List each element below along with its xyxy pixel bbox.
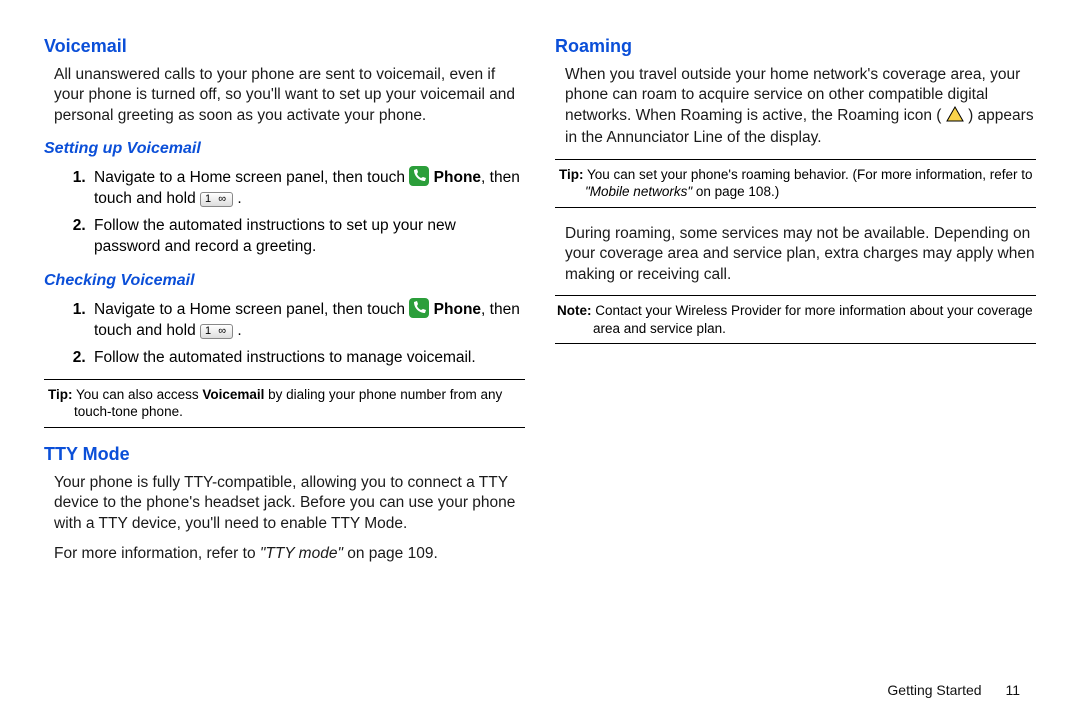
- roaming-note: Note: Contact your Wireless Provider for…: [555, 295, 1036, 344]
- check-step-1a: Navigate to a Home screen panel, then to…: [94, 301, 409, 318]
- roaming-triangle-icon: [946, 106, 964, 128]
- roaming-tip-ref: "Mobile networks": [585, 184, 692, 199]
- tip-label: Tip:: [559, 167, 584, 182]
- setup-step-1a: Navigate to a Home screen panel, then to…: [94, 169, 409, 186]
- heading-setting-up-voicemail: Setting up Voicemail: [44, 140, 525, 158]
- voicemail-tip: Tip: You can also access Voicemail by di…: [44, 379, 525, 428]
- check-step-2: Follow the automated instructions to man…: [90, 348, 525, 369]
- roaming-para2: During roaming, some services may not be…: [555, 224, 1036, 285]
- heading-checking-voicemail: Checking Voicemail: [44, 272, 525, 290]
- heading-roaming: Roaming: [555, 36, 1036, 57]
- page-footer: Getting Started 11: [887, 682, 1020, 698]
- roaming-note-text: Contact your Wireless Provider for more …: [592, 303, 1033, 336]
- phone-icon: [409, 166, 429, 186]
- heading-voicemail: Voicemail: [44, 36, 525, 57]
- left-column: Voicemail All unanswered calls to your p…: [44, 36, 525, 700]
- tty-para2: For more information, refer to "TTY mode…: [44, 544, 525, 564]
- check-step-1: Navigate to a Home screen panel, then to…: [90, 298, 525, 342]
- right-column: Roaming When you travel outside your hom…: [555, 36, 1036, 700]
- roaming-tip-a: You can set your phone's roaming behavio…: [584, 167, 1033, 182]
- roaming-tip-b: on page 108.): [692, 184, 779, 199]
- setup-step-1: Navigate to a Home screen panel, then to…: [90, 166, 525, 210]
- footer-section: Getting Started: [887, 682, 981, 698]
- setup-step-1c: .: [233, 190, 242, 207]
- key-1-icon: 1 ∞: [200, 324, 233, 339]
- check-step-1c: .: [233, 322, 242, 339]
- page: Voicemail All unanswered calls to your p…: [0, 0, 1080, 720]
- phone-icon: [409, 298, 429, 318]
- heading-tty-mode: TTY Mode: [44, 444, 525, 465]
- tty-para2a: For more information, refer to: [54, 545, 260, 562]
- check-steps: Navigate to a Home screen panel, then to…: [44, 298, 525, 369]
- tip-label: Tip:: [48, 387, 73, 402]
- roaming-para1: When you travel outside your home networ…: [555, 65, 1036, 149]
- phone-label: Phone: [434, 169, 481, 186]
- note-label: Note:: [557, 303, 592, 318]
- roaming-tip: Tip: You can set your phone's roaming be…: [555, 159, 1036, 208]
- tip-pre: You can also access: [73, 387, 203, 402]
- tty-para1: Your phone is fully TTY-compatible, allo…: [44, 473, 525, 534]
- voicemail-intro: All unanswered calls to your phone are s…: [44, 65, 525, 126]
- key-1-icon: 1 ∞: [200, 192, 233, 207]
- setup-step-2: Follow the automated instructions to set…: [90, 216, 525, 258]
- phone-label: Phone: [434, 301, 481, 318]
- tty-para2b: on page 109.: [343, 545, 438, 562]
- tip-vm: Voicemail: [202, 387, 264, 402]
- footer-page-number: 11: [1005, 682, 1020, 698]
- tty-ref: "TTY mode": [260, 545, 343, 562]
- setup-steps: Navigate to a Home screen panel, then to…: [44, 166, 525, 258]
